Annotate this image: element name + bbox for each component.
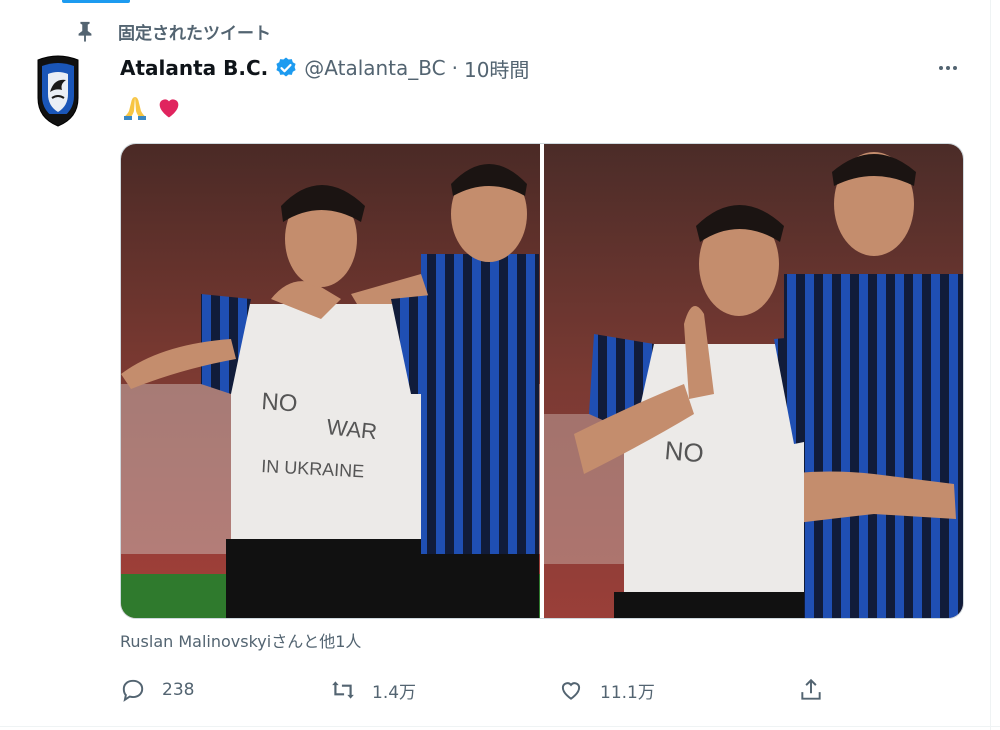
photo-1[interactable]: NO WAR IN UKRAINE [121, 144, 540, 618]
tagged-users[interactable]: Ruslan Malinovskyiさんと他1人 [120, 628, 361, 652]
pin-icon [72, 18, 98, 44]
tweet-header: Atalanta B.C. @Atalanta_BC · 10時間 [120, 54, 529, 82]
pinned-indicator: 固定されたツイート [72, 18, 271, 44]
reply-icon [122, 679, 144, 702]
display-name[interactable]: Atalanta B.C. [120, 56, 268, 80]
share-button[interactable] [798, 672, 824, 708]
reply-button[interactable]: 238 [120, 672, 194, 708]
more-options-button[interactable] [930, 56, 966, 80]
photo-2[interactable]: NO [544, 144, 963, 618]
tweet-divider [0, 726, 1000, 727]
red-heart-emoji [154, 92, 184, 122]
more-dot [946, 66, 950, 70]
heart-icon [561, 682, 581, 700]
verified-badge-icon [274, 56, 298, 80]
like-count: 11.1万 [600, 682, 655, 703]
pinned-tweet-label: 固定されたツイート [118, 23, 271, 44]
reply-count: 238 [162, 680, 195, 700]
shirt-line: WAR [325, 414, 378, 444]
retweet-count: 1.4万 [372, 682, 417, 703]
column-border [990, 0, 991, 730]
share-icon [801, 678, 821, 700]
more-dot [953, 66, 957, 70]
retweet-button[interactable]: 1.4万 [330, 672, 416, 708]
folded-hands-emoji [120, 92, 150, 122]
top-accent-bar [62, 0, 130, 3]
more-dot [939, 66, 943, 70]
handle[interactable]: @Atalanta_BC [304, 56, 445, 80]
tweet-actions: 238 1.4万 11.1万 [120, 672, 840, 708]
tweet-text [120, 92, 184, 122]
media-grid: NO WAR IN UKRAINE NO [120, 143, 964, 619]
avatar[interactable] [34, 54, 82, 128]
retweet-icon [332, 681, 354, 699]
timestamp[interactable]: 10時間 [464, 54, 529, 83]
shirt-line: NO [663, 435, 704, 468]
like-button[interactable]: 11.1万 [558, 672, 655, 708]
separator-dot: · [451, 56, 458, 80]
shirt-line: NO [261, 388, 299, 417]
